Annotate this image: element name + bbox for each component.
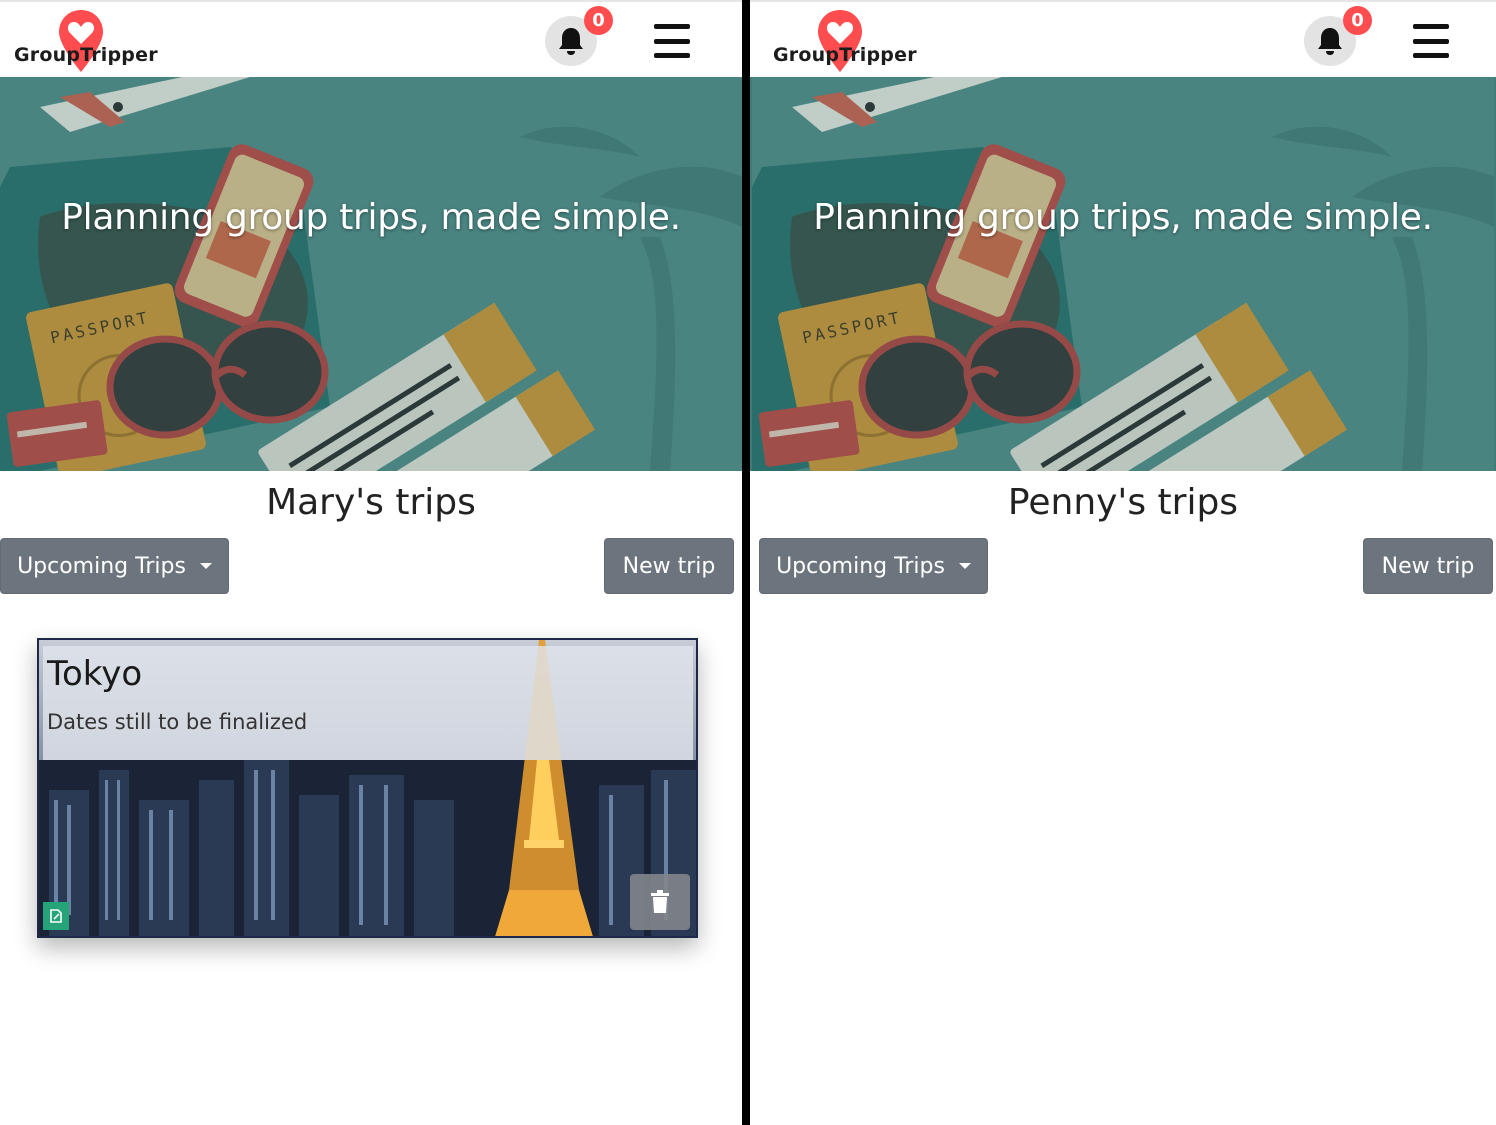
trip-name: Tokyo: [47, 654, 143, 694]
notification-count-badge: 0: [584, 6, 613, 35]
caret-down-icon: [958, 563, 971, 569]
delete-trip-button[interactable]: [630, 874, 690, 930]
left-screen: GroupTripper 0 PASSPORT Planning group t…: [0, 0, 742, 1125]
caret-down-icon: [199, 563, 212, 569]
brand-logo[interactable]: GroupTripper: [773, 8, 923, 76]
hamburger-menu-icon[interactable]: [654, 24, 690, 58]
upcoming-trips-label: Upcoming Trips: [776, 553, 945, 579]
trash-icon: [651, 890, 669, 913]
hero-banner: PASSPORT Planning group trips, made simp…: [750, 77, 1496, 471]
new-trip-label: New trip: [622, 553, 716, 579]
trip-card[interactable]: Tokyo Dates still to be finalized: [37, 638, 698, 938]
hero-banner: PASSPORT Planning group trips, made simp…: [0, 77, 742, 471]
page-title: Mary's trips: [266, 482, 476, 523]
hamburger-menu-icon[interactable]: [1413, 24, 1449, 58]
new-trip-label: New trip: [1381, 553, 1475, 579]
brand-logo[interactable]: GroupTripper: [14, 8, 164, 76]
notifications-button[interactable]: 0: [1304, 6, 1372, 66]
notifications-button[interactable]: 0: [545, 6, 613, 66]
upcoming-trips-label: Upcoming Trips: [17, 553, 186, 579]
notification-count-badge: 0: [1343, 6, 1372, 35]
upcoming-trips-dropdown[interactable]: Upcoming Trips: [0, 538, 229, 594]
brand-name: GroupTripper: [773, 44, 917, 66]
trip-dates: Dates still to be finalized: [47, 710, 308, 734]
edit-icon: [50, 909, 62, 923]
new-trip-button[interactable]: New trip: [604, 538, 734, 594]
hero-tagline: Planning group trips, made simple.: [813, 197, 1433, 238]
right-screen: GroupTripper 0 PASSPORT Planning group t…: [750, 0, 1496, 1125]
edit-trip-button[interactable]: [43, 902, 69, 930]
brand-name: GroupTripper: [14, 44, 158, 66]
page-title: Penny's trips: [1007, 482, 1239, 523]
bell-icon: [559, 28, 583, 55]
navbar: GroupTripper 0: [750, 0, 1496, 77]
new-trip-button[interactable]: New trip: [1363, 538, 1493, 594]
bell-icon: [1318, 28, 1342, 55]
upcoming-trips-dropdown[interactable]: Upcoming Trips: [759, 538, 988, 594]
hero-tagline: Planning group trips, made simple.: [61, 197, 681, 238]
trip-caption: Tokyo Dates still to be finalized: [43, 646, 693, 760]
navbar: GroupTripper 0: [0, 0, 742, 77]
